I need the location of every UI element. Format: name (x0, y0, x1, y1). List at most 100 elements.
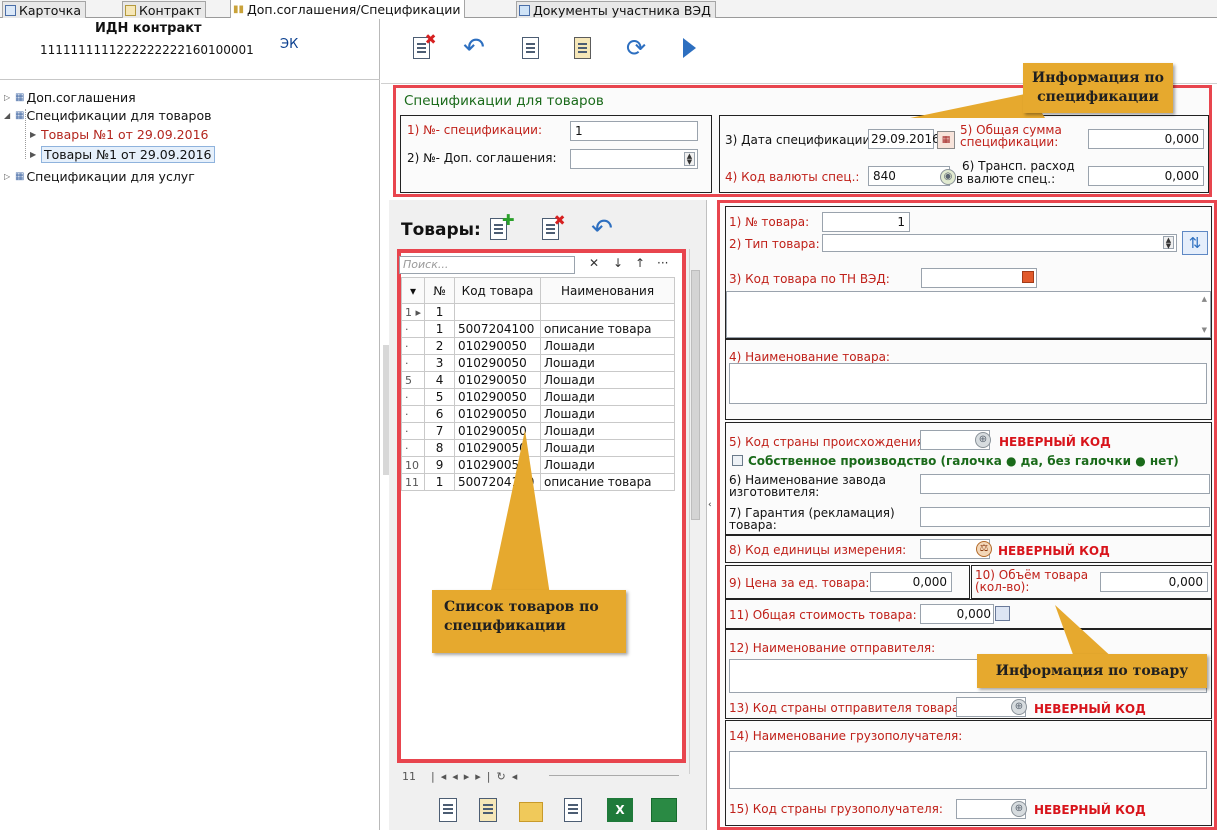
table-row[interactable]: · 6 010290050 Лошади (400, 405, 676, 423)
sort-indicator-icon[interactable]: ▾ (400, 277, 426, 304)
copy-icon (521, 37, 539, 59)
table-row[interactable]: 5 4 010290050 Лошади (400, 371, 676, 389)
row-indicator: · (400, 388, 426, 406)
archive-button[interactable] (519, 798, 545, 826)
own-production-checkbox[interactable] (732, 455, 743, 466)
factory-name-input[interactable] (920, 474, 1210, 494)
import-excel-button[interactable] (651, 798, 677, 826)
callout-pointer-goods (490, 430, 550, 595)
hs-description-textarea[interactable]: ▲ ▼ (726, 291, 1211, 338)
globe-lookup-icon[interactable]: ⊕ (975, 432, 991, 448)
spin-arrows-icon[interactable]: ▲ ▼ (1163, 236, 1174, 250)
currency-lookup-icon[interactable]: ◉ (940, 169, 956, 185)
tab-label: Контракт (139, 2, 202, 18)
grid-scroll-thumb[interactable] (691, 270, 700, 520)
cell-no: 8 (424, 439, 456, 457)
transport-cost-input[interactable]: 0,000 (1088, 166, 1204, 186)
unit-lookup-icon[interactable]: ⚖ (976, 541, 992, 557)
callout-spec-info: Информация по спецификации (1023, 63, 1173, 113)
tab-participant-documents[interactable]: Документы участника ВЭД (516, 1, 716, 18)
add-goods-button[interactable]: ✚ (483, 211, 515, 244)
item-type-select[interactable]: ▲ ▼ (822, 234, 1177, 252)
column-header-code[interactable]: Код товара (454, 277, 542, 304)
currency-code-input[interactable]: 840 (868, 166, 950, 186)
idn-badge: ЭК (280, 37, 299, 52)
total-cost-input[interactable]: 0,000 (920, 604, 994, 624)
cell-name: Лошади (540, 371, 676, 389)
clear-search-icon[interactable]: ✕ (589, 256, 599, 270)
origin-country-label: 5) Код страны происхождения: (729, 435, 928, 449)
expand-arrow-icon: ▷ (4, 93, 11, 102)
currency-code-label: 4) Код валюты спец.: (725, 170, 860, 184)
addendum-number-select[interactable]: ▲ ▼ (570, 149, 698, 169)
copy-goods-button[interactable] (439, 798, 465, 826)
next-button[interactable] (674, 33, 704, 63)
item-section-main: 1) № товара: 1 2) Тип товара: ▲ ▼ ⇅ 3) Ко… (725, 206, 1212, 339)
hs-code-input[interactable] (921, 268, 1037, 288)
arrow-down-icon[interactable]: ↓ (613, 256, 623, 270)
spec-number-input[interactable]: 1 (570, 121, 698, 141)
scroll-down-icon[interactable]: ▼ (1202, 326, 1207, 334)
arrow-up-icon[interactable]: ↑ (635, 256, 645, 270)
grid-horizontal-scrollbar[interactable] (549, 775, 679, 776)
tree-node-addendums[interactable]: ▷ ▦ Доп.соглашения (4, 90, 136, 105)
table-row[interactable]: · 3 010290050 Лошади (400, 354, 676, 372)
volume-input[interactable]: 0,000 (1100, 572, 1208, 592)
item-number-input[interactable]: 1 (822, 212, 910, 232)
refresh-button[interactable]: ⟳ (621, 33, 651, 63)
table-row[interactable]: · 2 010290050 Лошади (400, 337, 676, 355)
hs-lookup-icon[interactable] (1022, 271, 1034, 283)
goods-search-input[interactable]: Поиск... (399, 256, 575, 274)
spec-sum-input[interactable]: 0,000 (1088, 129, 1204, 149)
tree-node-goods-spec-1-selected[interactable]: ▶ Товары №1 от 29.09.2016 (30, 146, 215, 163)
consignee-invalid-code: НЕВЕРНЫЙ КОД (1034, 803, 1146, 817)
row-indicator: 11 (400, 473, 426, 491)
right-splitter[interactable]: ‹ (708, 500, 715, 530)
navigator-buttons-icon[interactable]: |◂◂▸▸|↻◂ (431, 770, 523, 783)
clipboard-icon (479, 798, 497, 822)
warranty-input[interactable] (920, 507, 1210, 527)
undo-button[interactable]: ↶ (459, 33, 489, 63)
delete-document-button[interactable]: ✖ (406, 32, 437, 63)
list-document-button[interactable] (564, 798, 590, 826)
item-section-origin: 5) Код страны происхождения: ⊕ НЕВЕРНЫЙ … (725, 422, 1212, 535)
table-row[interactable]: 1 ▸ 1 (400, 303, 676, 321)
column-header-no[interactable]: № (424, 277, 456, 304)
tab-card[interactable]: Карточка (2, 1, 86, 18)
swap-sort-icon[interactable]: ⇅ (1182, 231, 1208, 255)
calculator-icon[interactable] (995, 606, 1010, 621)
item-name-textarea[interactable] (729, 363, 1207, 404)
globe-lookup-icon[interactable]: ⊕ (1011, 801, 1027, 817)
paste-goods-button[interactable] (479, 798, 505, 826)
cell-no: 3 (424, 354, 456, 372)
spin-arrows-icon[interactable]: ▲ ▼ (684, 152, 695, 166)
export-excel-button[interactable]: X (607, 798, 633, 826)
callout-pointer-spec (910, 93, 1045, 118)
globe-lookup-icon[interactable]: ⊕ (1011, 699, 1027, 715)
consignee-name-textarea[interactable] (729, 751, 1207, 789)
item-section-volume: 10) Объём товара (кол-во): 0,000 (971, 565, 1212, 599)
table-row[interactable]: · 1 5007204100 описание товара (400, 320, 676, 338)
tab-addendums-specifications[interactable]: ▮▮ Доп.соглашения/Спецификации (230, 0, 466, 18)
scroll-up-icon[interactable]: ▲ (1202, 295, 1207, 303)
cell-name: Лошади (540, 354, 676, 372)
cell-name (540, 303, 676, 321)
unit-invalid-code: НЕВЕРНЫЙ КОД (998, 544, 1110, 558)
delete-goods-button[interactable]: ✖ (535, 213, 566, 244)
copy-button[interactable] (515, 33, 545, 63)
left-tree-panel: ИДН контракт 111111111122222222216010000… (0, 19, 380, 830)
column-header-name[interactable]: Наименования (540, 277, 676, 304)
paste-button[interactable] (567, 33, 597, 63)
price-input[interactable]: 0,000 (870, 572, 952, 592)
undo-goods-button[interactable]: ↶ (587, 214, 617, 244)
play-arrow-icon (683, 38, 696, 58)
tree-node-goods-spec-1[interactable]: ▶ Товары №1 от 29.09.2016 (30, 127, 209, 142)
tree-node-service-specifications[interactable]: ▷ ▦ Спецификации для услуг (4, 169, 195, 184)
specification-title: Спецификации для товаров (404, 93, 604, 109)
tab-contract[interactable]: Контракт (122, 1, 207, 18)
collapse-arrow-icon: ◢ (4, 111, 11, 120)
cell-no: 5 (424, 388, 456, 406)
tree-node-goods-specifications[interactable]: ◢ ▦ Спецификации для товаров (4, 108, 211, 123)
table-row[interactable]: · 5 010290050 Лошади (400, 388, 676, 406)
more-options-icon[interactable]: ··· (657, 256, 668, 270)
